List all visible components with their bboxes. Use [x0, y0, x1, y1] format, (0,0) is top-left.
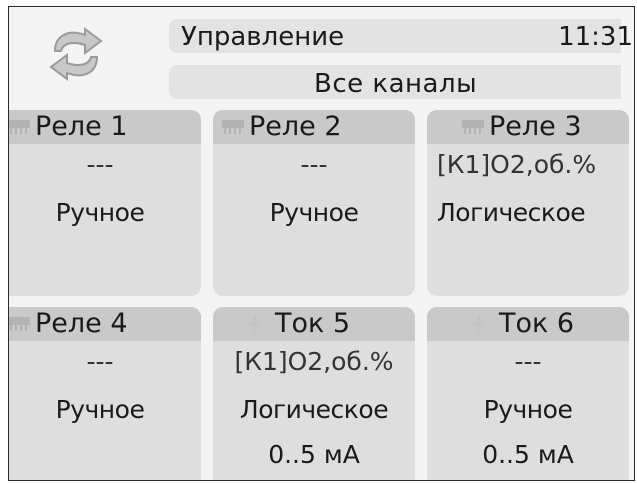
tile-range: 0..5 мА	[482, 440, 574, 469]
channel-tile-relay-3[interactable]: Реле 3 [К1]О2,об.% Логическое	[427, 110, 629, 296]
tile-source: ---	[86, 347, 114, 376]
channel-tile-relay-1[interactable]: Реле 1 --- Ручное	[9, 110, 201, 296]
relay-icon	[221, 118, 245, 140]
tile-mode: Ручное	[55, 198, 145, 227]
tile-range: 0..5 мА	[268, 440, 360, 469]
channel-tile-current-5[interactable]: Ток 5 [К1]О2,об.% Логическое 0..5 мА	[213, 307, 415, 480]
tile-caption: Ток 6	[427, 307, 629, 341]
tile-label: Ток 5	[275, 308, 351, 339]
sync-arrows-icon[interactable]	[41, 21, 111, 87]
tile-source: [К1]О2,об.%	[234, 347, 394, 376]
tile-label: Ток 6	[499, 308, 575, 339]
lightning-icon	[247, 312, 263, 340]
tile-label: Реле 3	[489, 111, 582, 142]
tile-mode: Ручное	[483, 395, 573, 424]
tile-label: Реле 4	[35, 308, 128, 339]
tile-source: [К1]О2,об.%	[437, 150, 597, 179]
tile-caption: Реле 4	[9, 307, 201, 341]
tile-label: Реле 1	[35, 111, 128, 142]
channel-tile-relay-2[interactable]: Реле 2 --- Ручное	[213, 110, 415, 296]
tile-source: ---	[86, 150, 114, 179]
tile-caption: Реле 2	[213, 110, 415, 144]
relay-icon	[9, 315, 31, 337]
tile-source: ---	[300, 150, 328, 179]
tile-mode: Логическое	[437, 198, 586, 227]
page-title: Управление	[181, 22, 345, 52]
tile-mode: Ручное	[55, 395, 145, 424]
relay-icon	[461, 118, 485, 140]
tile-label: Реле 2	[249, 111, 342, 142]
header-title-bar: Управление 11:31	[169, 19, 633, 53]
header-subtitle-bar: Все каналы	[169, 65, 621, 99]
screen: Управление 11:31 Все каналы Реле 1 --- Р…	[8, 6, 635, 481]
tile-caption: Реле 3	[427, 110, 629, 144]
page-subtitle: Все каналы	[314, 69, 478, 99]
lightning-icon	[471, 312, 487, 340]
clock: 11:31	[558, 22, 633, 52]
tile-caption: Ток 5	[213, 307, 415, 341]
channel-tile-current-6[interactable]: Ток 6 --- Ручное 0..5 мА	[427, 307, 629, 480]
relay-icon	[9, 118, 31, 140]
tile-caption: Реле 1	[9, 110, 201, 144]
tile-mode: Ручное	[269, 198, 359, 227]
channel-tile-relay-4[interactable]: Реле 4 --- Ручное	[9, 307, 201, 480]
tile-source: ---	[514, 347, 542, 376]
tile-mode: Логическое	[239, 395, 389, 424]
